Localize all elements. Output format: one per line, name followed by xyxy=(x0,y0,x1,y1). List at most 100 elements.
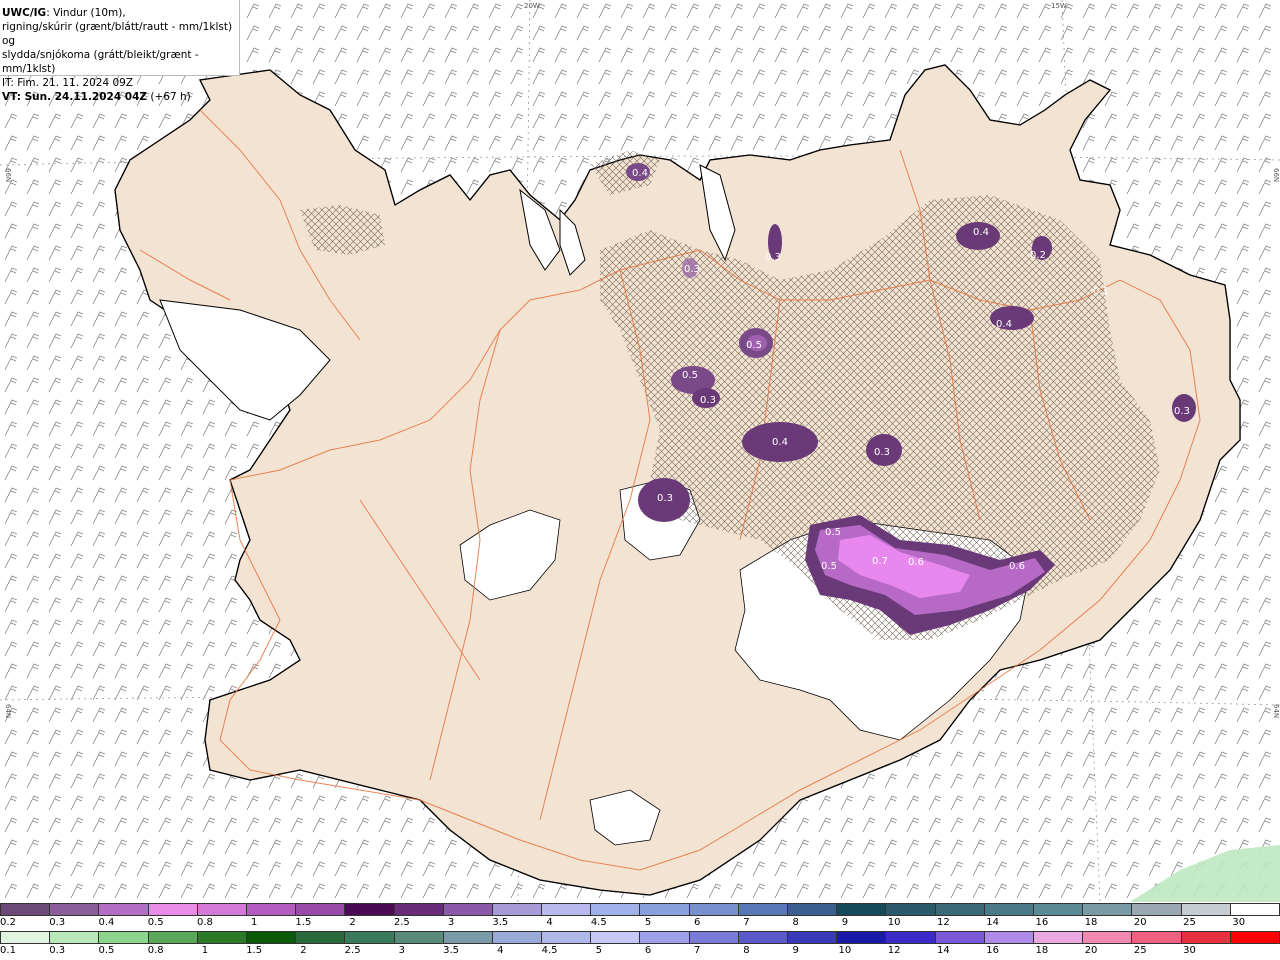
legend-label: 14 xyxy=(986,917,999,928)
contour-label: 0.3 xyxy=(700,395,716,406)
legend-label: 18 xyxy=(1035,945,1049,956)
contour-label: 0.5 xyxy=(825,527,841,538)
snow-legend-labels: 0.2 0.3 0.4 0.5 0.8 1 1.5 2 2.5 3 3.5 4 4.5 5 6 7 8 9 10 12… xyxy=(0,917,1280,931)
legend-label: 9 xyxy=(792,945,799,956)
contour-label: 0.4 xyxy=(632,168,648,179)
legend-label: 12 xyxy=(887,945,901,956)
legend-label: 0.5 xyxy=(98,945,115,956)
legend-label: 4.5 xyxy=(590,917,607,928)
legend-swatch xyxy=(245,903,296,916)
contour-label: 0.5 xyxy=(746,340,762,351)
legend-swatch xyxy=(442,903,492,916)
legend-swatch xyxy=(787,931,837,944)
legend-swatch xyxy=(639,903,689,916)
legend-label: 16 xyxy=(986,945,999,956)
legend-swatch xyxy=(737,903,787,916)
legend-label: 2.5 xyxy=(393,917,410,928)
map-description-line: rigning/skúrir (grænt/blátt/rautt - mm/1… xyxy=(2,21,233,47)
legend-swatch xyxy=(393,931,443,944)
contour-label: 0.3 xyxy=(684,264,700,275)
legend-label: 7 xyxy=(743,917,750,928)
legend-swatch xyxy=(885,931,935,944)
legend-label: 10 xyxy=(838,945,852,956)
map-description-line: slydda/snjókoma (grátt/bleikt/grænt - mm… xyxy=(2,49,199,75)
legend-label: 6 xyxy=(694,917,701,928)
legend-label: 5 xyxy=(595,945,602,956)
legend-label: 0.8 xyxy=(196,917,213,928)
legend-label: 4 xyxy=(546,917,553,928)
contour-label: 0.4 xyxy=(973,227,989,238)
legend-swatch xyxy=(836,903,886,916)
legend-label: 8 xyxy=(743,945,750,956)
contour-label: 0.3 xyxy=(874,447,890,458)
legend-swatch xyxy=(983,903,1033,916)
lon-label-15w: 15W xyxy=(1051,2,1067,10)
contour-label: 0.6 xyxy=(1009,561,1025,572)
legend-swatch xyxy=(1082,903,1132,916)
legend-swatch xyxy=(147,931,197,944)
legend-label: 0.3 xyxy=(49,917,66,928)
initial-time: IT: Fim. 21. 11. 2024 09Z xyxy=(2,77,134,89)
lon-label-20w: 20W xyxy=(524,2,540,10)
legend-label: 3 xyxy=(398,945,406,956)
legend-label: 25 xyxy=(1183,917,1196,928)
legend-label: 3 xyxy=(447,917,455,928)
contour-label: 0.4 xyxy=(996,319,1012,330)
legend-swatch xyxy=(344,903,394,916)
legend-label: 30 xyxy=(1183,945,1196,956)
legend-swatch xyxy=(688,931,738,944)
legend-swatch xyxy=(1082,931,1132,944)
legend-label: 9 xyxy=(841,917,849,928)
legend-label: 0.3 xyxy=(49,945,66,956)
lat-label-64n-right: 64N xyxy=(1272,704,1280,718)
contour-label: 0.3 xyxy=(765,252,781,263)
rain-color-legend xyxy=(0,931,1280,944)
contour-label: 0.4 xyxy=(772,437,788,448)
legend-label: 20 xyxy=(1133,917,1147,928)
map-title-rest: : Vindur (10m), xyxy=(46,7,126,19)
legend-swatch xyxy=(295,903,345,916)
contour-label: 0.3 xyxy=(1174,406,1190,417)
lat-label-66n-left: 66N xyxy=(4,168,12,182)
legend-swatch xyxy=(787,903,837,916)
legend-swatch xyxy=(541,931,591,944)
contour-label: 0.2 xyxy=(1030,250,1046,261)
lat-label-64n-left: 64N xyxy=(4,704,12,718)
legend-label: 14 xyxy=(937,945,950,956)
legend-swatch xyxy=(442,931,492,944)
legend-swatch xyxy=(196,931,246,944)
legend-swatch xyxy=(196,903,246,916)
legend-swatch xyxy=(1032,903,1083,916)
legend-label: 16 xyxy=(1035,917,1049,928)
legend-swatch xyxy=(1131,903,1181,916)
legend-label: 1.5 xyxy=(246,945,263,956)
legend-label: 1.5 xyxy=(295,917,312,928)
legend-label: 12 xyxy=(937,917,950,928)
legend-label: 0.8 xyxy=(147,945,164,956)
legend-swatch xyxy=(1131,931,1181,944)
weather-map[interactable]: 0.4 0.3 0.3 0.4 0.2 0.1 0.4 0.5 0.5 0.3 … xyxy=(0,0,1280,902)
legend-label: 0.5 xyxy=(147,917,164,928)
legend-swatch xyxy=(245,931,296,944)
contour-label: 0.3 xyxy=(657,493,673,504)
map-info-box: UWC/IG: Vindur (10m), rigning/skúrir (gr… xyxy=(0,0,240,103)
legend-label: 1 xyxy=(250,917,258,928)
legend-label: 8 xyxy=(792,917,799,928)
legend-label: 5 xyxy=(644,917,652,928)
legend-label: 2 xyxy=(349,917,356,928)
legend-label: 10 xyxy=(887,917,901,928)
legend-swatch xyxy=(0,931,50,944)
legend-swatch xyxy=(1032,931,1083,944)
legend-swatch xyxy=(344,931,394,944)
legend-swatch xyxy=(0,903,50,916)
snow-color-legend xyxy=(0,903,1280,916)
legend-swatch xyxy=(1180,903,1230,916)
legend-label: 25 xyxy=(1133,945,1147,956)
legend-swatch xyxy=(147,903,197,916)
legend-swatch xyxy=(1180,931,1230,944)
legend-swatch xyxy=(934,903,984,916)
lat-label-66n-right: 66N xyxy=(1272,168,1280,182)
legend-swatch xyxy=(49,931,99,944)
legend-swatch xyxy=(885,903,935,916)
legend-swatch xyxy=(98,931,148,944)
